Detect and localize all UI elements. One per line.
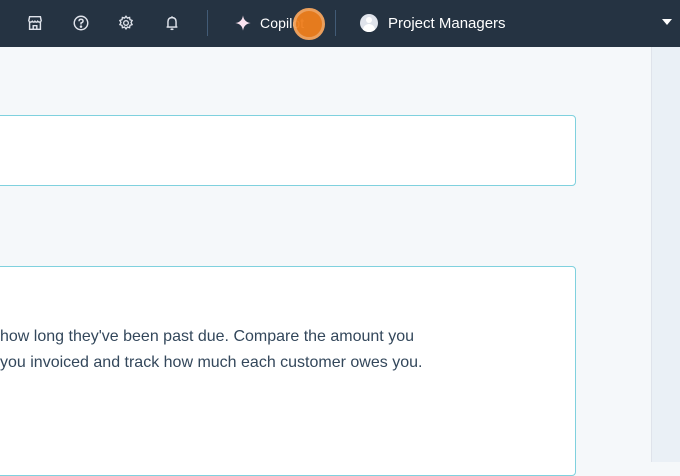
top-card (0, 115, 576, 186)
description-line: you invoiced and track how much each cus… (0, 354, 423, 371)
top-navigation-bar: Copilot Project Managers (0, 0, 680, 47)
report-description: how long they've been past due. Compare … (0, 324, 560, 376)
copilot-sparkle-icon (235, 15, 251, 31)
avatar (360, 14, 378, 32)
topbar-divider (207, 10, 208, 36)
topbar-divider (335, 10, 336, 36)
account-menu[interactable]: Project Managers (360, 12, 506, 34)
settings-icon[interactable] (115, 12, 137, 34)
description-line: how long they've been past due. Compare … (0, 328, 414, 345)
click-indicator (293, 8, 325, 40)
chevron-down-icon[interactable] (662, 19, 672, 25)
notifications-icon[interactable] (161, 12, 183, 34)
marketplace-icon[interactable] (24, 12, 46, 34)
account-name: Project Managers (388, 14, 506, 32)
right-panel-edge (651, 47, 680, 462)
help-icon[interactable] (70, 12, 92, 34)
